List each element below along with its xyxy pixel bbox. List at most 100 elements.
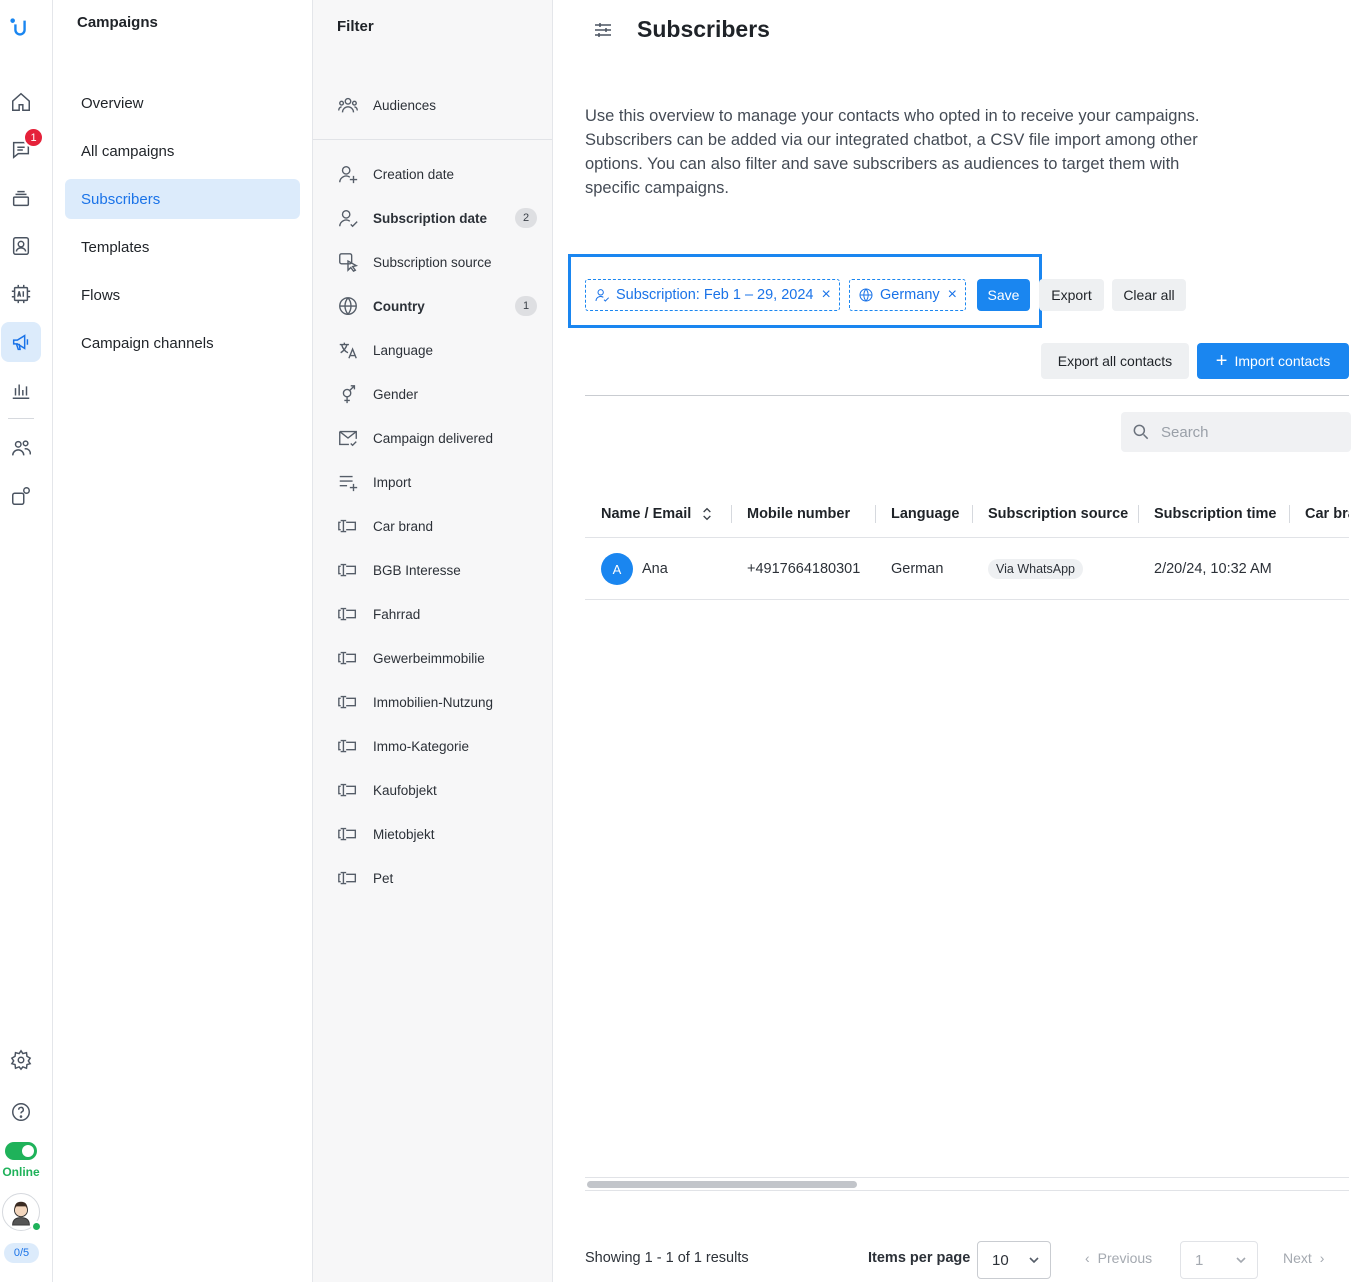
person-check-icon xyxy=(595,289,610,302)
column-header-car-brand[interactable]: Car bra xyxy=(1305,500,1349,528)
sort-icon[interactable] xyxy=(699,506,715,522)
results-summary: Showing 1 - 1 of 1 results xyxy=(585,1250,749,1266)
filter-kaufobjekt[interactable]: Kaufobjekt xyxy=(337,775,537,805)
contacts-icon[interactable] xyxy=(1,226,41,266)
main-content: Subscribers Use this overview to manage … xyxy=(553,0,1370,1282)
column-header-language[interactable]: Language xyxy=(891,500,959,528)
nav-item-templates[interactable]: Templates xyxy=(65,227,300,267)
megaphone-icon[interactable] xyxy=(1,322,41,362)
export-all-contacts-button[interactable]: Export all contacts xyxy=(1041,343,1189,379)
custom-field-icon xyxy=(338,651,357,665)
remove-subscription-filter-icon[interactable]: × xyxy=(822,286,831,304)
filter-language[interactable]: Language xyxy=(337,335,537,365)
filter-toggle-icon[interactable] xyxy=(591,18,615,42)
filter-gender[interactable]: Gender xyxy=(337,379,537,409)
quota-pill: 0/5 xyxy=(4,1243,39,1263)
import-contacts-label: Import contacts xyxy=(1234,353,1331,369)
filter-immobilien-nutzung[interactable]: Immobilien-Nutzung xyxy=(337,687,537,717)
previous-page-button[interactable]: ‹ Previous xyxy=(1085,1250,1152,1266)
filter-car-brand[interactable]: Car brand xyxy=(337,511,537,541)
subscription-filter-chip[interactable]: Subscription: Feb 1 – 29, 2024 × xyxy=(585,279,840,311)
chevron-right-icon: › xyxy=(1319,1250,1325,1266)
table-row[interactable]: A Ana +4917664180301 German Via WhatsApp… xyxy=(585,538,1349,600)
filter-label: Import xyxy=(373,474,412,490)
filter-label: Pet xyxy=(373,870,394,886)
contact-name: Ana xyxy=(642,561,668,577)
audiences-icon xyxy=(338,97,358,113)
ai-chip-icon[interactable] xyxy=(1,274,41,314)
online-indicator xyxy=(31,1221,42,1232)
scrollbar-thumb[interactable] xyxy=(587,1181,857,1188)
home-icon[interactable] xyxy=(1,82,41,122)
column-separator xyxy=(1289,505,1290,523)
column-header-name[interactable]: Name / Email xyxy=(601,500,715,528)
filter-import[interactable]: Import xyxy=(337,467,537,497)
analytics-icon[interactable] xyxy=(1,370,41,410)
save-button[interactable]: Save xyxy=(977,279,1030,311)
country-filter-chip[interactable]: Germany × xyxy=(849,279,966,311)
source-icon xyxy=(339,253,359,273)
filter-label: Creation date xyxy=(373,166,455,182)
filter-creation-date[interactable]: Creation date xyxy=(337,159,537,189)
import-contacts-button[interactable]: + Import contacts xyxy=(1197,343,1349,379)
filter-title: Filter xyxy=(337,18,374,35)
search-input[interactable]: Search xyxy=(1121,412,1351,452)
inbox-stack-icon[interactable] xyxy=(1,178,41,218)
online-status-label: Online xyxy=(2,1165,40,1179)
export-button[interactable]: Export xyxy=(1039,279,1104,311)
filter-immo-kategorie[interactable]: Immo-Kategorie xyxy=(337,731,537,761)
nav-item-flows[interactable]: Flows xyxy=(65,275,300,315)
filter-bgb-interesse[interactable]: BGB Interesse xyxy=(337,555,537,585)
nav-title: Campaigns xyxy=(77,14,158,31)
items-per-page-select[interactable]: 10 xyxy=(977,1241,1051,1279)
cell-source: Via WhatsApp xyxy=(988,538,1083,600)
team-icon[interactable] xyxy=(1,428,41,468)
filter-fahrrad[interactable]: Fahrrad xyxy=(337,599,537,629)
items-per-page-label: Items per page xyxy=(868,1250,971,1266)
horizontal-scrollbar[interactable] xyxy=(585,1177,1349,1191)
nav-item-overview[interactable]: Overview xyxy=(65,83,300,123)
column-header-source[interactable]: Subscription source xyxy=(988,500,1128,528)
page-select[interactable]: 1 xyxy=(1180,1241,1258,1279)
rail-divider xyxy=(8,418,34,419)
filter-country[interactable]: Country 1 xyxy=(337,291,537,321)
filter-audiences[interactable]: Audiences xyxy=(337,90,537,120)
nav-item-all-campaigns[interactable]: All campaigns xyxy=(65,131,300,171)
nav-item-subscribers[interactable]: Subscribers xyxy=(65,179,300,219)
country-chip-label: Germany xyxy=(880,287,940,303)
custom-field-icon xyxy=(338,519,357,533)
integrations-icon[interactable] xyxy=(1,476,41,516)
next-page-button[interactable]: Next › xyxy=(1283,1250,1324,1266)
filter-panel: Filter Audiences Creation date Subscript… xyxy=(313,0,553,1282)
filter-divider xyxy=(313,139,552,140)
filter-mietobjekt[interactable]: Mietobjekt xyxy=(337,819,537,849)
online-toggle[interactable] xyxy=(5,1142,37,1160)
column-header-label: Name / Email xyxy=(601,506,692,522)
filter-gewerbeimmobilie[interactable]: Gewerbeimmobilie xyxy=(337,643,537,673)
page-value: 1 xyxy=(1195,1251,1204,1269)
cell-name: A Ana xyxy=(601,538,668,600)
translate-icon xyxy=(339,342,357,359)
unread-badge: 1 xyxy=(23,127,44,148)
column-header-mobile[interactable]: Mobile number xyxy=(747,500,850,528)
nav-item-campaign-channels[interactable]: Campaign channels xyxy=(65,323,300,363)
filter-subscription-source[interactable]: Subscription source xyxy=(337,247,537,277)
avatar-illustration-icon xyxy=(12,1201,30,1226)
userlike-logo-icon[interactable] xyxy=(0,8,40,48)
table-header: Name / Email Mobile number Language Subs… xyxy=(585,500,1349,538)
filter-label: Gender xyxy=(373,386,419,402)
custom-field-icon xyxy=(338,783,357,797)
settings-icon[interactable] xyxy=(1,1040,41,1080)
custom-field-icon xyxy=(338,827,357,841)
clear-all-button[interactable]: Clear all xyxy=(1112,279,1186,311)
remove-country-filter-icon[interactable]: × xyxy=(948,286,957,304)
column-header-time[interactable]: Subscription time xyxy=(1154,500,1276,528)
page-intro: Use this overview to manage your contact… xyxy=(585,107,1200,197)
filter-label: Car brand xyxy=(373,518,434,534)
filter-campaign-delivered[interactable]: Campaign delivered xyxy=(337,423,537,453)
search-placeholder: Search xyxy=(1161,423,1209,441)
filter-subscription-date[interactable]: Subscription date 2 xyxy=(337,203,537,233)
filter-pet[interactable]: Pet xyxy=(337,863,537,893)
campaign-nav: Campaigns Overview All campaigns Subscri… xyxy=(53,0,313,1282)
help-icon[interactable] xyxy=(1,1092,41,1132)
